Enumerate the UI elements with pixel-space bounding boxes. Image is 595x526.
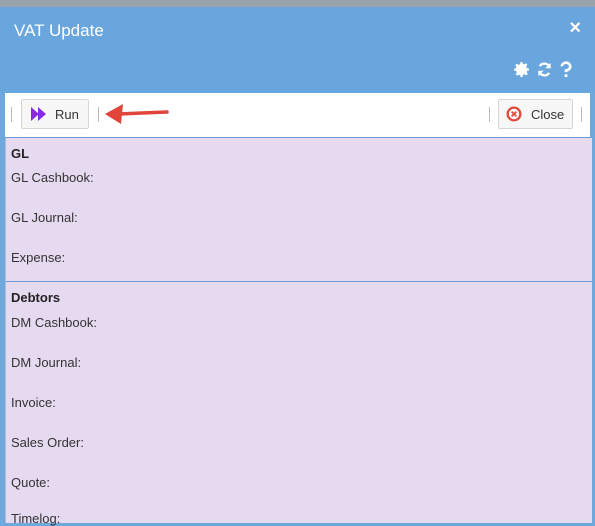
quote-label: Quote: — [11, 475, 51, 490]
dm-journal-label: DM Journal: — [11, 355, 82, 370]
annotation-arrow — [105, 104, 169, 124]
timelog-label: Timelog: — [11, 511, 61, 526]
settings-icon[interactable] — [513, 61, 530, 78]
expense-label: Expense: — [11, 250, 66, 265]
toolbar-separator — [11, 107, 12, 122]
gl-section: GL GL Cashbook: GL Journal: Expense: — [6, 138, 592, 282]
dialog-titlebar: VAT Update × — [0, 7, 595, 93]
gl-cashbook-label: GL Cashbook: — [11, 170, 94, 185]
dm-cashbook-label: DM Cashbook: — [11, 315, 97, 330]
run-button-label: Run — [55, 106, 79, 122]
toolbar: Run Close — [5, 93, 590, 138]
help-icon[interactable] — [559, 61, 573, 78]
close-button-label: Close — [531, 106, 565, 122]
invoice-label: Invoice: — [11, 395, 56, 410]
debtors-heading: Debtors — [11, 290, 61, 305]
refresh-icon[interactable] — [536, 61, 553, 78]
toolbar-separator — [581, 107, 582, 122]
run-icon — [31, 107, 46, 121]
close-circle-icon — [506, 106, 522, 122]
close-window-icon[interactable]: × — [569, 17, 581, 40]
top-strip — [0, 0, 595, 7]
toolbar-separator — [489, 107, 490, 122]
close-button[interactable]: Close — [498, 99, 573, 129]
header-tools — [513, 61, 573, 78]
run-button[interactable]: Run — [21, 99, 89, 129]
gl-journal-label: GL Journal: — [11, 210, 78, 225]
sales-order-label: Sales Order: — [11, 435, 84, 450]
gl-heading: GL — [11, 146, 30, 161]
content-panel: GL GL Cashbook: GL Journal: Expense: Deb… — [5, 138, 592, 526]
toolbar-separator — [98, 107, 99, 122]
dialog-title: VAT Update — [14, 21, 104, 40]
